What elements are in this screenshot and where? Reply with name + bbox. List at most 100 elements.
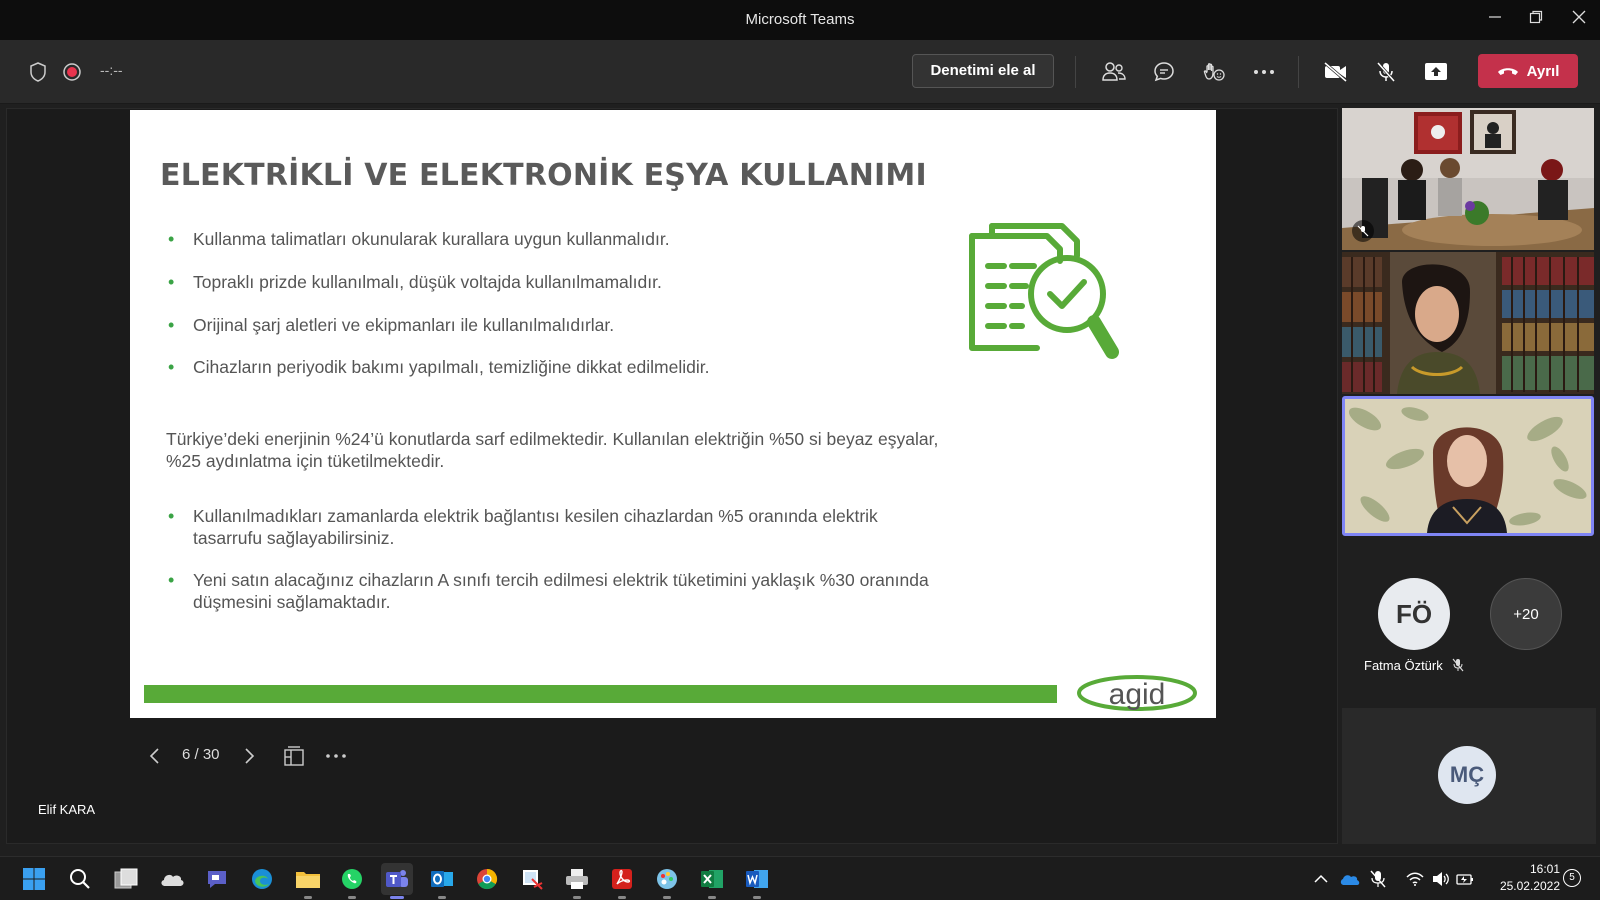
whatsapp-icon: [342, 869, 362, 889]
more-options-icon[interactable]: [1250, 58, 1278, 86]
task-view-icon: [114, 868, 138, 889]
teams-icon: [386, 870, 408, 887]
meeting-timer: --:--: [100, 62, 123, 78]
mic-muted-icon[interactable]: [1372, 58, 1400, 86]
video-tile-room[interactable]: [1342, 108, 1594, 250]
taskbar-acrobat[interactable]: [606, 863, 638, 899]
taskbar-teams[interactable]: [381, 863, 413, 899]
leave-label: Ayrıl: [1526, 62, 1560, 80]
slide-bullet: • Kullanılmadıkları zamanlarda elektrik b…: [168, 506, 878, 548]
windows-taskbar: 16:01 25.02.2022 5: [0, 856, 1600, 900]
bullet-dot: •: [168, 229, 175, 249]
participant-avatar-fo[interactable]: FÖ: [1378, 578, 1450, 650]
taskbar-whatsapp[interactable]: [336, 863, 368, 899]
reactions-icon[interactable]: [1200, 58, 1228, 86]
tray-battery[interactable]: [1454, 863, 1476, 895]
search-icon: [70, 869, 90, 889]
tray-volume[interactable]: [1430, 863, 1452, 895]
cloud-icon: [161, 874, 184, 886]
slide-page-indicator: 6 / 30: [182, 746, 220, 763]
taskbar-snipping-tool[interactable]: [516, 863, 548, 895]
running-indicator: [304, 896, 312, 899]
slide-overview-button[interactable]: [280, 742, 308, 770]
tray-onedrive[interactable]: [1338, 863, 1362, 895]
running-indicator: [753, 896, 761, 899]
taskbar-paint[interactable]: [651, 863, 683, 899]
shield-icon[interactable]: [24, 58, 52, 86]
taskbar-chrome[interactable]: [471, 863, 503, 895]
chat-icon[interactable]: [1150, 58, 1178, 86]
slide-paragraph: Türkiye’deki enerjinin %24’ü konutlarda …: [166, 429, 939, 471]
tray-mic-muted[interactable]: [1366, 863, 1390, 895]
pdf-icon: [612, 869, 632, 889]
taskbar-printer[interactable]: [561, 863, 593, 899]
close-button[interactable]: [1567, 8, 1591, 32]
printer-icon: [566, 869, 588, 889]
system-clock[interactable]: 16:01 25.02.2022: [1490, 861, 1560, 895]
close-icon: [1572, 10, 1586, 24]
more-participants-button[interactable]: +20: [1490, 578, 1562, 650]
video-tile-active-speaker[interactable]: [1342, 396, 1594, 536]
taskbar-word[interactable]: [741, 863, 773, 899]
bullet-dot: •: [168, 272, 175, 292]
running-indicator: [573, 896, 581, 899]
svg-text:agid: agid: [1109, 678, 1166, 711]
chevron-left-icon: [149, 748, 159, 764]
participant-name: Fatma Öztürk: [1364, 658, 1464, 673]
taskbar-file-explorer[interactable]: [292, 863, 324, 899]
mic-muted-icon: [1452, 658, 1464, 672]
camera-off-icon[interactable]: [1322, 58, 1350, 86]
chat-app-icon: [208, 871, 226, 888]
paint-icon: [657, 869, 677, 889]
battery-icon: [1456, 874, 1473, 885]
folder-icon: [296, 872, 320, 888]
leave-button[interactable]: Ayrıl: [1478, 54, 1578, 88]
excel-icon: [701, 870, 723, 888]
video-tile-participant[interactable]: [1342, 252, 1594, 394]
taskbar-onedrive[interactable]: [156, 863, 188, 895]
slide-more-button[interactable]: [322, 742, 350, 770]
running-indicator: [663, 896, 671, 899]
agid-logo: agid: [1077, 675, 1197, 711]
document-check-icon: [969, 223, 1119, 359]
more-options-icon: [326, 754, 346, 758]
video-tile-avatar[interactable]: MÇ: [1342, 708, 1596, 844]
windows-logo-icon: [23, 868, 45, 890]
share-screen-icon[interactable]: [1422, 58, 1450, 86]
presenter-name: Elif KARA: [38, 802, 96, 817]
slide-bullet: • Topraklı prizde kullanılmalı, düşük vol…: [168, 272, 662, 292]
slide-footer-bar: [144, 685, 1057, 703]
minimize-button[interactable]: [1483, 8, 1507, 32]
participant-avatar-mc: MÇ: [1438, 746, 1496, 804]
start-button[interactable]: [18, 863, 50, 895]
wifi-icon: [1406, 872, 1424, 886]
slide-bullet: • Kullanma talimatları okunularak kuralla…: [168, 229, 670, 249]
notification-badge[interactable]: 5: [1563, 869, 1581, 887]
slide-title: ELEKTRİKLİ VE ELEKTRONİK EŞYA KULLANIMI: [160, 158, 927, 193]
running-indicator: [708, 896, 716, 899]
restore-button[interactable]: [1524, 8, 1548, 32]
participants-icon[interactable]: [1100, 58, 1128, 86]
next-slide-button[interactable]: [236, 742, 264, 770]
taskbar-edge[interactable]: [246, 863, 278, 895]
task-view-button[interactable]: [110, 863, 142, 895]
show-hidden-icons-button[interactable]: [1312, 863, 1330, 895]
chevron-up-icon: [1314, 874, 1328, 883]
minimize-icon: [1489, 16, 1501, 18]
active-indicator: [390, 896, 404, 899]
word-icon: [746, 870, 768, 888]
meeting-toolbar: --:-- Denetimi ele al Ayrıl: [0, 40, 1600, 104]
shared-slide: ELEKTRİKLİ VE ELEKTRONİK EŞYA KULLANIMI …: [130, 110, 1216, 718]
taskbar-chat[interactable]: [201, 863, 233, 895]
bullet-dot: •: [168, 570, 175, 590]
tray-wifi[interactable]: [1404, 863, 1426, 895]
slide-bullet: • Orijinal şarj aletleri ve ekipmanları i…: [168, 315, 615, 335]
search-button[interactable]: [64, 863, 96, 895]
phone-hangup-icon: [1497, 68, 1518, 75]
snipping-icon: [523, 870, 543, 890]
previous-slide-button[interactable]: [140, 742, 168, 770]
taskbar-outlook[interactable]: [426, 863, 458, 899]
take-control-button[interactable]: Denetimi ele al: [912, 54, 1054, 88]
taskbar-excel[interactable]: [696, 863, 728, 899]
participants-panel: FÖ +20 Fatma Öztürk MÇ: [1340, 108, 1600, 844]
